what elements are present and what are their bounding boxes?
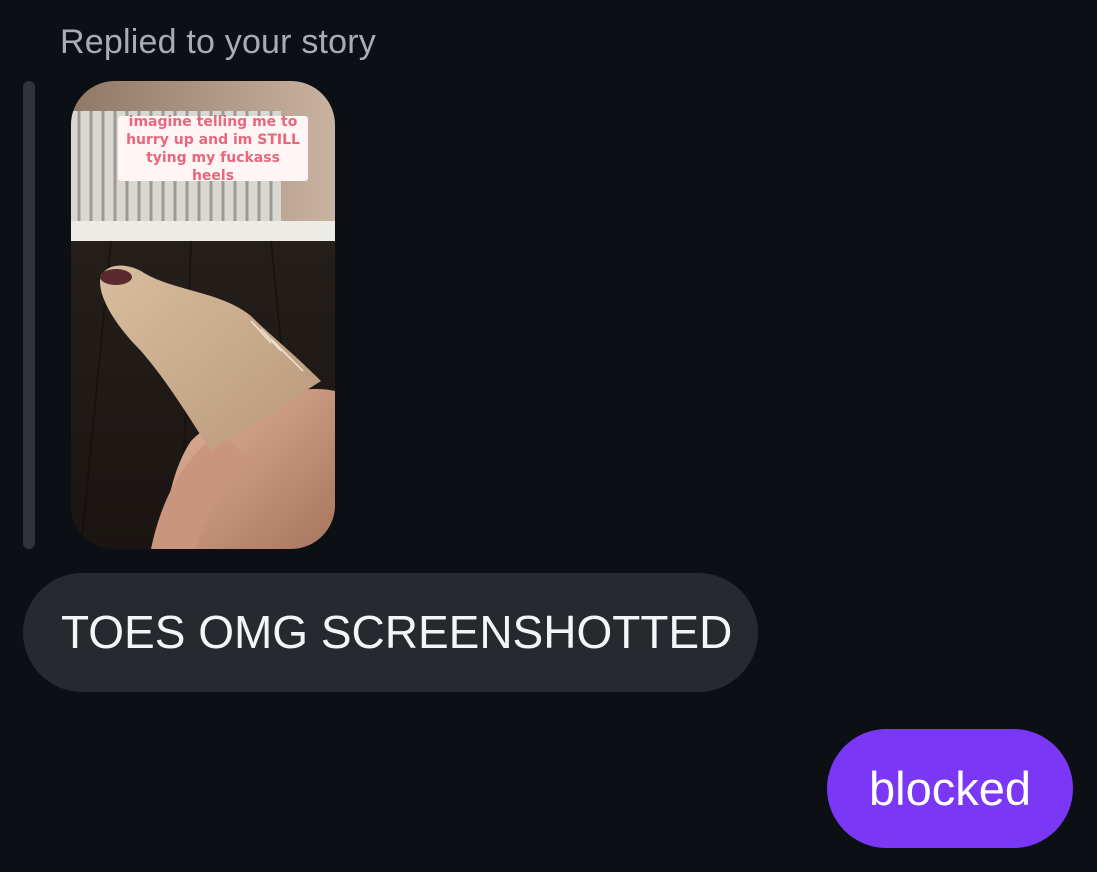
story-thumbnail[interactable]: imagine telling me to hurry up and im ST… bbox=[71, 81, 335, 549]
received-message-bubble[interactable]: TOES OMG SCREENSHOTTED bbox=[23, 573, 758, 692]
story-text-sticker: imagine telling me to hurry up and im ST… bbox=[118, 114, 308, 184]
reply-quote-bar bbox=[23, 81, 35, 549]
sent-message-bubble[interactable]: blocked bbox=[827, 729, 1073, 848]
story-reply-caption: Replied to your story bbox=[60, 23, 377, 61]
